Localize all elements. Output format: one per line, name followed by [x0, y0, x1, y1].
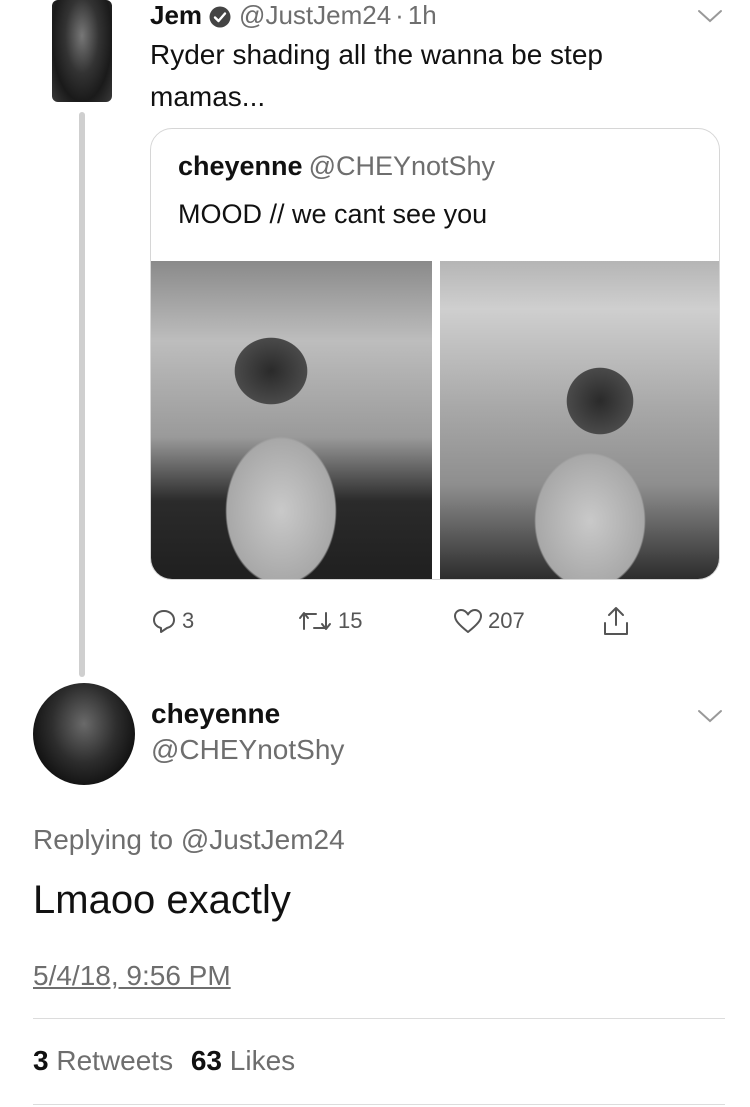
quote-text: MOOD // we cant see you — [178, 199, 488, 229]
replying-prefix: Replying to — [33, 824, 174, 855]
quoted-tweet[interactable]: cheyenne @CHEYnotShy MOOD // we cant see … — [150, 128, 720, 580]
quote-author-handle: @CHEYnotShy — [308, 151, 496, 181]
retweet-icon — [299, 612, 331, 630]
tweet-actions: 3 15 207 — [150, 604, 650, 638]
divider — [33, 1018, 725, 1019]
quote-photo-2[interactable] — [440, 261, 719, 579]
chevron-down-icon[interactable] — [697, 8, 723, 24]
retweets-count: 3 — [33, 1045, 49, 1076]
share-icon — [604, 607, 628, 635]
author-handle[interactable]: @JustJem24 — [239, 0, 391, 31]
reply-author-name[interactable]: cheyenne — [151, 698, 280, 730]
tweet-text: Ryder shading all the wanna be step mama… — [150, 39, 603, 112]
likes-label: Likes — [229, 1045, 296, 1076]
share-button[interactable] — [600, 604, 636, 638]
replying-to: Replying to @JustJem24 — [33, 824, 345, 856]
verified-badge-icon — [209, 4, 231, 28]
reply-avatar[interactable] — [33, 683, 135, 785]
retweets-stat[interactable]: 3 Retweets — [33, 1045, 173, 1076]
replying-handle[interactable]: @JustJem24 — [181, 824, 345, 855]
likes-stat[interactable]: 63 Likes — [191, 1045, 295, 1076]
like-count: 207 — [488, 608, 525, 633]
engagement-stats: 3 Retweets 63 Likes — [33, 1045, 295, 1077]
thread-line — [79, 112, 85, 677]
tweet-time: 1h — [407, 0, 437, 30]
reply-count: 3 — [182, 608, 195, 633]
avatar[interactable] — [52, 0, 112, 102]
reply-author-handle[interactable]: @CHEYnotShy — [151, 734, 344, 766]
reply-button[interactable]: 3 — [150, 604, 194, 638]
tweet-header: Jem @JustJem24 · 1h — [150, 0, 437, 30]
retweet-button[interactable]: 15 — [296, 604, 362, 638]
reply-icon — [153, 610, 175, 633]
quote-author-name: cheyenne — [178, 151, 303, 181]
reply-text: Lmaoo exactly — [33, 878, 291, 922]
quote-header: cheyenne @CHEYnotShy — [178, 151, 495, 182]
quote-photo-1[interactable] — [151, 261, 432, 579]
divider — [33, 1104, 725, 1105]
like-icon — [454, 609, 482, 633]
separator: · — [395, 0, 404, 30]
chevron-down-icon[interactable] — [697, 708, 723, 724]
reply-timestamp[interactable]: 5/4/18, 9:56 PM — [33, 960, 231, 992]
likes-count: 63 — [190, 1045, 223, 1076]
author-name[interactable]: Jem — [150, 0, 202, 31]
retweets-label: Retweets — [56, 1045, 174, 1076]
like-button[interactable]: 207 — [452, 604, 525, 638]
retweet-count: 15 — [338, 608, 363, 633]
